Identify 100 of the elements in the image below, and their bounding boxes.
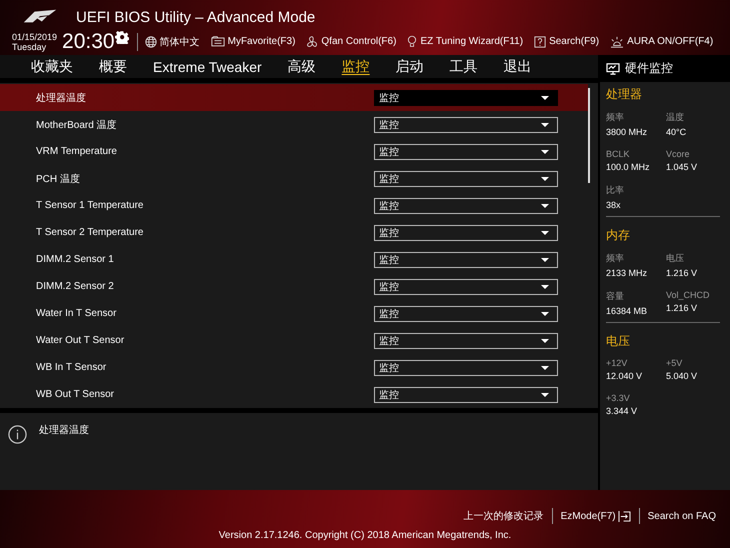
caret-icon <box>541 204 549 208</box>
metric-value: 40°C <box>666 127 688 137</box>
menu-tab[interactable]: 收藏夹 <box>18 58 86 76</box>
metric-value: 1.216 V <box>666 303 698 313</box>
dropdown-field[interactable]: 监控 <box>374 224 558 241</box>
metric-label: 频率 <box>606 252 625 265</box>
setting-label: VRM Temperature <box>36 146 117 158</box>
metric-value: 2133 MHz <box>606 268 648 278</box>
caret-icon <box>541 150 549 154</box>
setting-label: DIMM.2 Sensor 1 <box>36 254 114 266</box>
setting-label: T Sensor 2 Temperature <box>36 227 144 238</box>
copyright-text: Version 2.17.1246. Copyright (C) 2018 American Megatrends, Inc. <box>218 530 512 541</box>
metric-label: 温度 <box>666 111 685 124</box>
dropdown-field[interactable]: 监控 <box>374 278 558 295</box>
footer-link[interactable]: Search on FAQ <box>640 510 724 522</box>
dropdown-field[interactable]: 监控 <box>374 386 558 403</box>
metric-value: 5.040 V <box>666 371 698 381</box>
metric-label: 比率 <box>606 184 625 197</box>
metric-label: Vcore <box>666 149 691 159</box>
globe-icon <box>144 36 157 48</box>
info-icon <box>8 425 27 444</box>
question-box-icon <box>534 36 546 48</box>
dropdown-field[interactable]: 监控 <box>374 306 558 322</box>
setting-label: MotherBoard 温度 <box>36 118 117 132</box>
metric-label: +5V <box>666 358 684 368</box>
menu-tab[interactable]: 退出 <box>490 58 545 76</box>
metric-label: 电压 <box>666 252 685 265</box>
setting-row[interactable]: PCH 温度 监控 <box>0 165 588 192</box>
menu-tab[interactable]: 监控 <box>328 58 383 76</box>
toolbar-button[interactable]: MyFavorite(F3) <box>210 36 296 47</box>
menu-tab[interactable]: 高级 <box>274 58 329 76</box>
metric-value: 38x <box>606 200 622 210</box>
setting-label: Water In T Sensor <box>36 308 116 320</box>
metric-label: BCLK <box>606 149 631 159</box>
setting-row[interactable]: WB Out T Sensor 监控 <box>0 381 588 408</box>
setting-row[interactable]: T Sensor 1 Temperature 监控 <box>0 192 588 220</box>
dropdown-field[interactable]: 监控 <box>374 116 558 133</box>
toolbar-button[interactable]: 简体中文 <box>144 34 200 48</box>
menu-tab[interactable]: 概要 <box>86 58 140 76</box>
toolbar-button[interactable]: AURA ON/OFF(F4) <box>610 36 714 48</box>
setting-row[interactable]: Water Out T Sensor 监控 <box>0 327 588 354</box>
footer-link[interactable]: EzMode(F7) <box>552 510 639 522</box>
section-title: 电压 <box>606 333 631 350</box>
caret-icon <box>541 230 549 235</box>
lightbulb-icon <box>407 35 418 48</box>
toolbar-button[interactable]: EZ Tuning Wizard(F11) <box>407 35 524 48</box>
monitor-icon <box>606 62 620 74</box>
caret-icon <box>541 284 549 289</box>
panel-title: 硬件监控 <box>625 60 673 77</box>
setting-label: 处理器温度 <box>36 92 86 105</box>
settings-icon[interactable] <box>114 30 129 44</box>
caret-icon <box>541 176 549 181</box>
dropdown-field[interactable]: 监控 <box>374 170 558 187</box>
metric-label: +12V <box>606 358 628 368</box>
setting-row[interactable]: DIMM.2 Sensor 2 监控 <box>0 273 588 300</box>
toolbar-button[interactable]: Qfan Control(F6) <box>306 36 396 48</box>
metric-value: 16384 MB <box>606 306 648 316</box>
caret-icon <box>541 122 549 127</box>
setting-row[interactable]: T Sensor 2 Temperature 监控 <box>0 219 588 246</box>
toolbar-button[interactable]: Search(F9) <box>534 36 600 48</box>
caret-icon <box>541 392 549 397</box>
exit-arrow-icon <box>618 510 631 522</box>
dropdown-field[interactable]: 监控 <box>374 332 558 349</box>
setting-row[interactable]: MotherBoard 温度 监控 <box>0 111 588 138</box>
date-text: 01/15/2019 <box>12 32 58 42</box>
metric-value: 1.045 V <box>666 162 698 172</box>
caret-icon <box>541 312 549 316</box>
dropdown-field[interactable]: 监控 <box>374 90 558 106</box>
clock-time: 20:30 <box>62 30 115 54</box>
setting-label: WB Out T Sensor <box>36 389 114 400</box>
section-title: 处理器 <box>606 86 643 103</box>
dropdown-field[interactable]: 监控 <box>374 252 558 268</box>
dropdown-field[interactable]: 监控 <box>374 144 558 160</box>
folder-list-icon <box>210 36 225 47</box>
help-text: 处理器温度 <box>39 424 89 438</box>
metric-value: 1.216 V <box>666 268 698 278</box>
light-rays-icon <box>610 36 624 48</box>
setting-row[interactable]: DIMM.2 Sensor 1 监控 <box>0 246 588 274</box>
footer-link[interactable]: 上一次的修改记录 <box>456 509 552 523</box>
metric-value: 3800 MHz <box>606 127 648 137</box>
setting-row[interactable]: 处理器温度 监控 <box>0 84 588 112</box>
setting-label: DIMM.2 Sensor 2 <box>36 281 114 292</box>
metric-label: 频率 <box>606 111 625 124</box>
setting-label: PCH 温度 <box>36 172 80 186</box>
dropdown-field[interactable]: 监控 <box>374 360 558 376</box>
setting-row[interactable]: WB In T Sensor 监控 <box>0 354 588 382</box>
fan-icon <box>306 36 318 48</box>
setting-row[interactable]: Water In T Sensor 监控 <box>0 300 588 328</box>
menu-tab[interactable]: Extreme Tweaker <box>140 58 275 75</box>
menu-tab[interactable]: 启动 <box>382 58 437 76</box>
setting-row[interactable]: VRM Temperature 监控 <box>0 138 588 166</box>
caret-icon <box>541 258 549 262</box>
metric-label: Vol_CHCD <box>666 290 711 300</box>
metric-value: 12.040 V <box>606 371 644 381</box>
setting-label: Water Out T Sensor <box>36 335 124 346</box>
day-text: Tuesday <box>12 42 48 52</box>
metric-value: 3.344 V <box>606 406 638 416</box>
caret-icon <box>541 366 549 370</box>
menu-tab[interactable]: 工具 <box>436 58 491 76</box>
dropdown-field[interactable]: 监控 <box>374 198 558 214</box>
